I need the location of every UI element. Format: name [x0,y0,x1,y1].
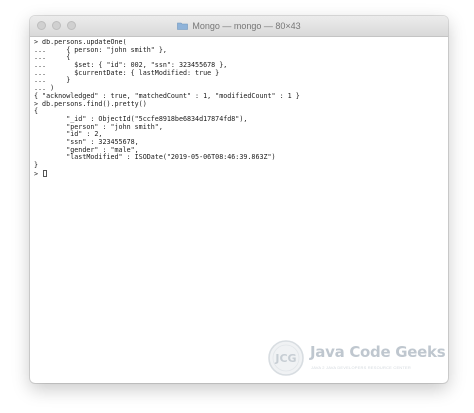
text-cursor [43,169,48,177]
window-title-area: Mongo — mongo — 80×43 [30,16,448,36]
terminal-line: > db.persons.find().pretty() [34,99,147,108]
terminal-window: Mongo — mongo — 80×43 > db.persons.updat… [30,16,448,383]
terminal-output[interactable]: > db.persons.updateOne(... { person: "jo… [34,39,444,379]
terminal-line: } [34,161,39,169]
logo-text: JCG [274,352,296,365]
prompt-line[interactable]: > [34,169,444,178]
terminal-line: ... $currentDate: { lastModified: true } [34,68,220,77]
watermark-tagline: JAVA 2 JAVA DEVELOPERS RESOURCE CENTER [311,365,411,370]
window-title: Mongo — mongo — 80×43 [192,21,301,31]
watermark-name: Java Code Geeks [310,343,446,361]
title-bar: Mongo — mongo — 80×43 [30,16,448,37]
watermark: JCG Java Code Geeks JAVA 2 JAVA DEVELOPE… [266,338,446,382]
terminal-line: ... } [34,76,71,85]
jcg-logo: JCG [268,340,304,376]
prompt: > [34,169,43,178]
folder-icon [177,22,189,30]
terminal-line: "lastModified" : ISODate("2019-05-06T08:… [34,153,276,162]
terminal-line: ... { person: "john smith" }, [34,45,167,54]
